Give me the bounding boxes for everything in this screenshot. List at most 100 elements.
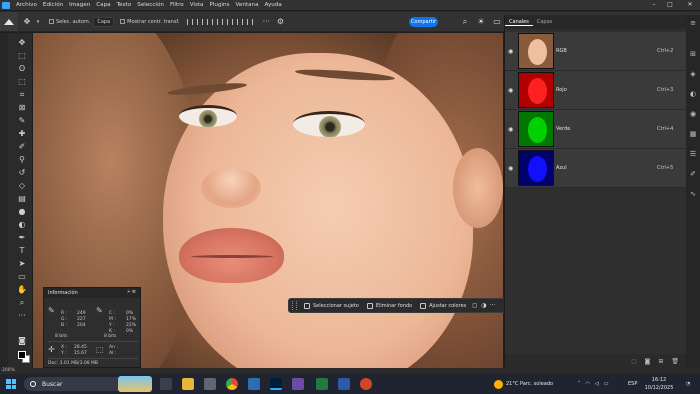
info-panel-header[interactable]: Información » ≡ [44, 288, 140, 298]
move-tool-icon[interactable]: ✥ [22, 17, 32, 27]
workspace-icon[interactable]: ▭ [492, 17, 502, 27]
visibility-eye-icon[interactable]: ◉ [508, 48, 513, 55]
minimize-icon[interactable]: – [648, 0, 660, 10]
search-icon[interactable]: ⌕ [460, 17, 470, 27]
tab-layers[interactable]: Capas [533, 19, 556, 25]
blur-tool-icon[interactable]: ● [16, 206, 28, 217]
menu-archivo[interactable]: Archivo [13, 2, 40, 8]
distribute-icon[interactable] [247, 18, 254, 25]
calculator-icon[interactable] [204, 378, 216, 390]
align-left-icon[interactable] [187, 18, 194, 25]
adjustment-icon[interactable]: ◑ [479, 302, 488, 309]
windows-start-icon[interactable] [6, 379, 16, 389]
visibility-eye-icon[interactable]: ◉ [508, 165, 513, 172]
mask-icon[interactable]: ◻ [470, 302, 479, 309]
history-brush-tool-icon[interactable]: ↺ [16, 167, 28, 178]
channel-row-green[interactable]: ◉ Verde Ctrl+4 [505, 110, 687, 149]
quick-mask-icon[interactable]: ◙ [16, 335, 28, 346]
clone-stamp-tool-icon[interactable]: ⚲ [16, 154, 28, 165]
eraser-tool-icon[interactable]: ◇ [16, 180, 28, 191]
tab-channels[interactable]: Canales [505, 19, 533, 26]
more-tools-icon[interactable]: ··· [16, 310, 28, 321]
zoom-level[interactable]: 200% [2, 368, 15, 373]
align-right-icon[interactable] [207, 18, 214, 25]
photoshop-taskbar-icon[interactable] [270, 378, 282, 390]
swatches-panel-icon[interactable]: ▦ [689, 130, 697, 138]
channel-row-rgb[interactable]: ◉ RGB Ctrl+2 [505, 32, 687, 71]
channel-row-red[interactable]: ◉ Rojo Ctrl+3 [505, 71, 687, 110]
word-icon[interactable] [338, 378, 350, 390]
move-tool-icon[interactable]: ✥ [16, 37, 28, 48]
auto-select-checkbox[interactable] [49, 19, 54, 24]
more-icon[interactable]: ··· [488, 302, 497, 309]
zoom-tool-icon[interactable]: ⌕ [16, 297, 28, 308]
color-panel-icon[interactable]: ◉ [689, 110, 697, 118]
transform-controls-checkbox[interactable] [120, 19, 126, 24]
select-subject-button[interactable]: Seleccionar sujeto [300, 302, 363, 309]
align-middle-icon[interactable] [227, 18, 234, 25]
panel-menu-icon[interactable]: » ≡ [127, 289, 136, 295]
chrome-icon[interactable] [226, 378, 238, 390]
maximize-icon[interactable]: □ [664, 0, 676, 10]
taskbar-clock[interactable]: 16:12 10/12/2025 [640, 376, 678, 392]
artboard-tool-icon[interactable]: ⬚ [16, 50, 28, 61]
gear-icon[interactable]: ⚙ [275, 17, 285, 27]
discover-icon[interactable]: ☀ [476, 17, 486, 27]
tools-panel-grip[interactable] [0, 33, 8, 368]
brush-panel-icon[interactable]: ✐ [689, 170, 697, 178]
task-view-icon[interactable] [160, 378, 172, 390]
app-icon[interactable] [292, 378, 304, 390]
menu-plugins[interactable]: Plugins [206, 2, 232, 8]
foreground-color-swatch[interactable] [18, 351, 26, 359]
crop-tool-icon[interactable]: ⌗ [16, 89, 28, 100]
object-selection-tool-icon[interactable]: ⬚ [16, 76, 28, 87]
file-explorer-icon[interactable] [182, 378, 194, 390]
adjustments-panel-icon[interactable]: ◐ [689, 90, 697, 98]
menu-texto[interactable]: Texto [114, 2, 135, 8]
menu-edicion[interactable]: Edición [40, 2, 66, 8]
excel-icon[interactable] [316, 378, 328, 390]
rectangle-tool-icon[interactable]: ▭ [16, 271, 28, 282]
save-selection-icon[interactable]: ◙ [645, 358, 651, 365]
brush-tool-icon[interactable]: ✐ [16, 141, 28, 152]
notification-icon[interactable]: ◔ [686, 374, 690, 394]
menu-ventana[interactable]: Ventana [233, 2, 262, 8]
wifi-icon[interactable]: ◠ [586, 381, 590, 387]
photos-app-icon[interactable] [248, 378, 260, 390]
more-options-icon[interactable]: ··· [261, 17, 271, 27]
weather-widget[interactable]: 21°C Parc. soleado [494, 374, 553, 394]
language-indicator[interactable]: ESP [628, 374, 637, 394]
share-button[interactable]: Compartir [409, 17, 438, 27]
close-icon[interactable]: ✕ [684, 0, 696, 10]
load-selection-icon[interactable]: ◌ [631, 358, 636, 365]
paths-panel-icon[interactable]: ∿ [689, 190, 697, 198]
history-panel-icon[interactable]: ≡ [689, 19, 697, 27]
layers-panel-icon[interactable]: ◈ [689, 70, 697, 78]
hand-tool-icon[interactable]: ✋ [16, 284, 28, 295]
trash-icon[interactable]: 🗑 [671, 358, 679, 365]
gradient-tool-icon[interactable]: ▤ [16, 193, 28, 204]
search-highlight-image[interactable] [118, 376, 152, 392]
align-top-icon[interactable] [217, 18, 224, 25]
dodge-tool-icon[interactable]: ◐ [16, 219, 28, 230]
frame-tool-icon[interactable]: ⊠ [16, 102, 28, 113]
menu-seleccion[interactable]: Selección [134, 2, 167, 8]
eyedropper-tool-icon[interactable]: ✎ [16, 115, 28, 126]
visibility-eye-icon[interactable]: ◉ [508, 126, 513, 133]
adjust-colors-button[interactable]: Ajustar colores [416, 302, 470, 309]
drag-handle[interactable] [292, 301, 297, 310]
lasso-tool-icon[interactable]: ʘ [16, 63, 28, 74]
menu-ayuda[interactable]: Ayuda [262, 2, 285, 8]
align-center-icon[interactable] [197, 18, 204, 25]
new-channel-icon[interactable]: ⊞ [658, 358, 663, 365]
layer-select-dropdown[interactable]: Capa [93, 16, 115, 27]
chevron-up-icon[interactable]: ˄ [578, 381, 581, 387]
menu-imagen[interactable]: Imagen [66, 2, 93, 8]
battery-icon[interactable]: ▭ [604, 381, 609, 387]
menu-vista[interactable]: Vista [187, 2, 207, 8]
home-button[interactable] [0, 12, 18, 31]
type-tool-icon[interactable]: T [16, 245, 28, 256]
channel-row-blue[interactable]: ◉ Azul Ctrl+5 [505, 149, 687, 188]
volume-icon[interactable]: ◁ [595, 381, 599, 387]
remove-background-button[interactable]: Eliminar fondo [363, 302, 416, 309]
